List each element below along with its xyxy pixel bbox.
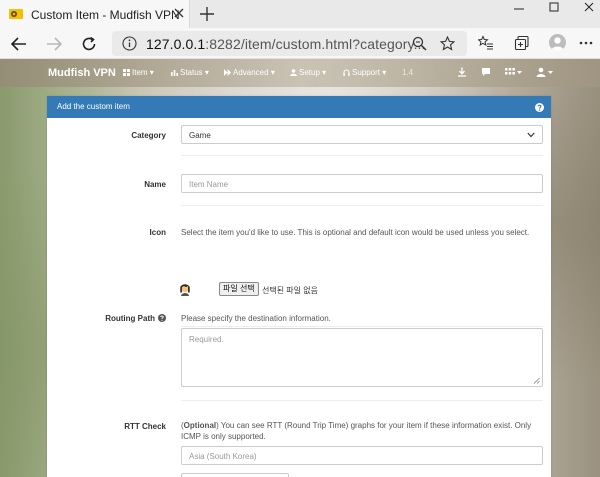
url-path: :8282/item/custom.html?category... [205,36,426,52]
rtt-second-input[interactable] [181,473,289,477]
panel-header: Add the custom item [47,96,551,118]
rtt-region-input[interactable]: Asia (South Korea) [181,446,543,465]
choose-file-button[interactable]: 파일 선택 [219,282,259,296]
nav-item-label: Setup [299,68,320,77]
favorites-list-icon[interactable] [478,35,494,51]
name-label: Name [144,180,166,189]
forward-icon [224,69,231,76]
window-maximize-icon[interactable] [547,1,561,13]
nav-item-setup[interactable]: Setup ▾ [290,68,326,77]
zoom-magnifier-icon[interactable] [412,36,427,51]
routing-path-label: Routing Path [105,314,166,323]
window-minimize-icon[interactable] [512,2,526,14]
row-divider [181,326,543,327]
icon-hint: Select the item you'd like to use. This … [181,228,530,237]
nav-item-advanced[interactable]: Advanced ▾ [224,68,275,77]
profile-avatar[interactable] [549,34,566,51]
item-name-placeholder: Item Name [189,180,229,189]
comment-icon[interactable] [481,67,491,77]
tab-close-icon[interactable] [173,7,185,19]
refresh-icon[interactable] [80,35,98,53]
headphones-icon [343,69,350,76]
question-circle-icon[interactable] [158,314,166,322]
category-selected-value: Game [189,131,211,140]
account-caret-icon [548,71,553,74]
panel-title: Add the custom item [57,102,130,111]
browser-tab-strip: Custom Item - Mudfish VPN [0,0,600,28]
rtt-check-label: RTT Check [124,422,166,431]
routing-path-hint: Please specify the destination informati… [181,314,331,323]
grid-menu-icon[interactable] [505,67,515,77]
th-large-icon [123,69,130,76]
chevron-down-icon [527,132,535,138]
url-host: 127.0.0.1 [146,36,206,52]
navbar-brand[interactable]: Mudfish VPN [48,67,116,79]
item-name-input[interactable]: Item Name [181,174,543,193]
user-silhouette-icon [551,37,564,51]
collections-icon[interactable] [514,35,530,51]
icon-label: Icon [149,228,166,237]
download-icon[interactable] [457,67,467,77]
nav-item-status[interactable]: Status ▾ [171,68,209,77]
add-custom-item-panel: Add the custom item Category Game Name I… [47,96,551,477]
forward-arrow-icon[interactable] [45,35,63,53]
category-label: Category [131,131,166,140]
address-bar[interactable]: 127.0.0.1:8282/item/custom.html?category… [112,31,467,56]
routing-path-label-text: Routing Path [105,314,155,323]
mudfish-favicon-icon [9,9,23,19]
rtt-check-hint: (Optional) You can see RTT (Round Trip T… [181,421,532,441]
back-arrow-icon[interactable] [10,35,28,53]
rtt-hint-text: You can see RTT (Round Trip Time) graphs… [181,421,532,441]
category-select[interactable]: Game [181,125,543,144]
url-text: 127.0.0.1:8282/item/custom.html?category… [146,36,426,52]
nav-item-label: Status [180,68,203,77]
browser-toolbar: 127.0.0.1:8282/item/custom.html?category… [0,28,600,59]
browser-tab-active[interactable]: Custom Item - Mudfish VPN [0,0,190,28]
nav-item-item[interactable]: Item ▾ [123,68,154,77]
resize-grip-icon[interactable] [533,377,540,384]
file-status-text: 선택된 파일 없음 [262,286,318,295]
bar-chart-icon [171,70,178,76]
routing-path-textarea[interactable]: Required. [181,328,543,387]
account-user-icon[interactable] [536,67,546,77]
rtt-region-placeholder: Asia (South Korea) [189,452,257,461]
site-navbar: Mudfish VPN Item ▾ Status ▾ Advanced ▾ S… [0,59,600,87]
help-question-icon[interactable] [535,103,544,112]
site-info-icon[interactable] [122,36,137,51]
nav-item-support[interactable]: Support ▾ [343,68,386,77]
row-divider [181,155,543,156]
tab-title: Custom Item - Mudfish VPN [31,8,180,22]
more-options-icon[interactable] [578,35,594,51]
nav-item-label: Advanced [233,68,269,77]
routing-path-placeholder: Required. [189,335,224,344]
page-viewport: Mudfish VPN Item ▾ Status ▾ Advanced ▾ S… [0,59,600,477]
row-divider [181,205,543,206]
grid-menu-caret-icon [517,71,522,74]
favorite-star-icon[interactable] [440,36,455,51]
nav-extra-text: 1.4 [402,68,414,77]
rtt-optional-text: Optional [183,421,217,430]
nav-item-label: Support [352,68,381,77]
nav-item-label: Item [132,68,148,77]
user-icon [290,69,297,76]
default-item-icon [180,283,190,296]
new-tab-plus-icon[interactable] [199,6,215,22]
row-divider [181,400,543,401]
window-close-icon[interactable] [582,1,596,13]
